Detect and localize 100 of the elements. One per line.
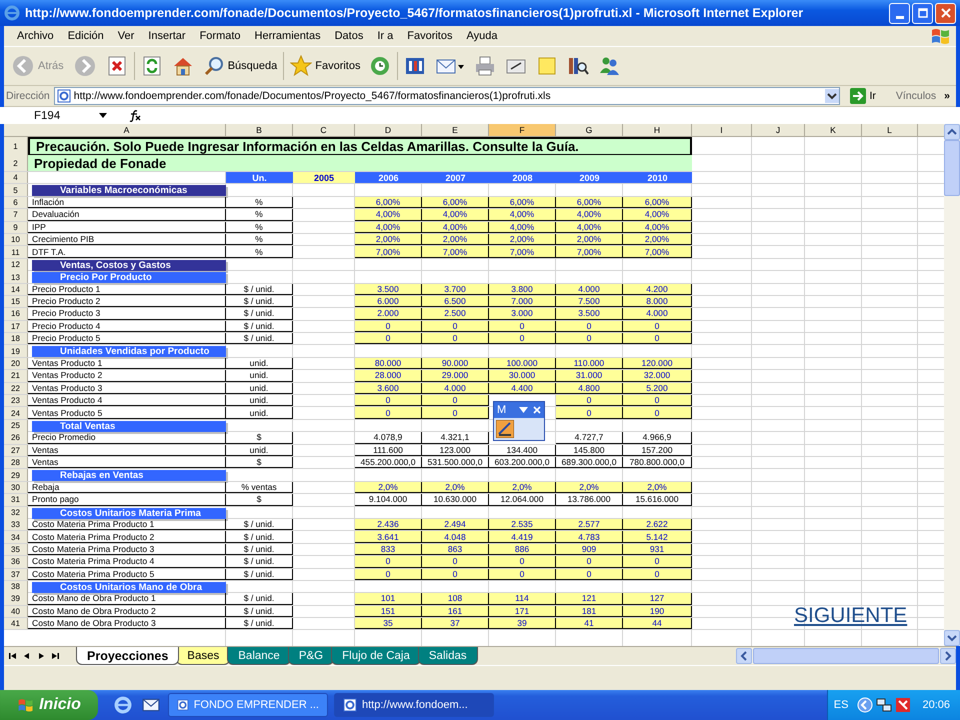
floating-toolbar[interactable]: M xyxy=(493,401,545,441)
search-button[interactable]: Búsqueda xyxy=(200,53,280,79)
row-number[interactable]: 28 xyxy=(4,456,28,468)
row-number[interactable]: 39 xyxy=(4,593,28,605)
row-number[interactable]: 26 xyxy=(4,432,28,444)
last-sheet-icon[interactable] xyxy=(50,651,60,661)
go-button[interactable]: Ir xyxy=(844,88,882,104)
menu-item[interactable]: Insertar xyxy=(141,30,193,42)
close-button[interactable] xyxy=(935,2,956,24)
row-number[interactable]: 7 xyxy=(4,209,28,221)
menu-item[interactable]: Ver xyxy=(110,30,142,42)
column-header[interactable]: F xyxy=(489,124,556,136)
more-chevron[interactable]: » xyxy=(940,90,954,102)
close-icon[interactable] xyxy=(533,406,541,414)
start-button[interactable]: Inicio xyxy=(0,690,98,720)
first-sheet-icon[interactable] xyxy=(8,651,18,661)
row-number[interactable]: 31 xyxy=(4,494,28,506)
menu-item[interactable]: Favoritos xyxy=(400,30,460,42)
browser-icon[interactable] xyxy=(114,696,132,714)
row-number[interactable]: 21 xyxy=(4,370,28,382)
menu-item[interactable]: Archivo xyxy=(10,30,61,42)
next-sheet-icon[interactable] xyxy=(36,651,46,661)
row-number[interactable]: 41 xyxy=(4,618,28,630)
sheet-tab[interactable]: Proyecciones xyxy=(76,647,180,665)
next-link[interactable]: SIGUIENTE xyxy=(794,604,908,628)
chevron-icon[interactable] xyxy=(857,697,874,713)
links-label[interactable]: Vínculos xyxy=(886,90,936,102)
column-header[interactable]: L xyxy=(862,124,918,136)
row-number[interactable]: 1 xyxy=(4,137,28,156)
vertical-scrollbar[interactable] xyxy=(944,124,960,646)
row-number[interactable]: 19 xyxy=(4,345,28,358)
dropdown-icon[interactable] xyxy=(519,407,528,413)
address-field[interactable]: http://www.fondoemprender.com/fonade/Documentos/Proyecto_5467/formatosfinancieros(1)profruti.xls xyxy=(54,87,840,105)
column-header[interactable]: J xyxy=(752,124,805,136)
row-number[interactable]: 9 xyxy=(4,222,28,233)
row-number[interactable]: 37 xyxy=(4,568,28,580)
maximize-button[interactable] xyxy=(912,2,933,24)
column-header[interactable]: I xyxy=(692,124,752,136)
row-number[interactable]: 10 xyxy=(4,234,28,246)
sheet-tab[interactable]: Flujo de Caja xyxy=(331,647,421,665)
menu-item[interactable]: Ir a xyxy=(370,30,400,42)
row-number[interactable]: 35 xyxy=(4,544,28,556)
row-number[interactable]: 30 xyxy=(4,482,28,494)
sheet-tab[interactable]: P&G xyxy=(288,647,334,665)
menu-item[interactable]: Ayuda xyxy=(459,30,504,42)
value-cell: 4.783 xyxy=(556,531,623,543)
row-number[interactable]: 6 xyxy=(4,196,28,208)
row-number[interactable]: 23 xyxy=(4,395,28,406)
row-number[interactable]: 36 xyxy=(4,556,28,568)
column-header[interactable]: H xyxy=(623,124,692,136)
row-number[interactable]: 24 xyxy=(4,407,28,419)
chart-tool-icon[interactable] xyxy=(496,420,514,438)
dropdown-icon[interactable] xyxy=(825,89,840,103)
previous-sheet-icon[interactable] xyxy=(22,651,32,661)
value-cell: 6.000 xyxy=(355,296,422,308)
row-number[interactable]: 5 xyxy=(4,184,28,196)
taskbar-button[interactable]: http://www.fondoem... xyxy=(334,693,494,717)
row-number[interactable]: 13 xyxy=(4,271,28,284)
favorites-button[interactable]: Favoritos xyxy=(287,53,364,79)
row-number[interactable]: 16 xyxy=(4,308,28,320)
row-number[interactable]: 2 xyxy=(4,155,28,171)
row-number[interactable]: 18 xyxy=(4,333,28,344)
scrollbar-thumb[interactable] xyxy=(944,140,960,196)
row-number[interactable]: 20 xyxy=(4,358,28,370)
row-label: Costo Materia Prima Producto 1 xyxy=(28,518,226,530)
row-number[interactable]: 32 xyxy=(4,506,28,519)
row-number[interactable]: 38 xyxy=(4,580,28,593)
column-header[interactable]: C xyxy=(293,124,355,136)
taskbar-button[interactable]: FONDO EMPRENDER ... xyxy=(168,693,328,717)
row-number[interactable]: 14 xyxy=(4,284,28,295)
value-cell: 7,00% xyxy=(422,246,489,258)
row-number[interactable]: 11 xyxy=(4,246,28,258)
sheet-tab[interactable]: Salidas xyxy=(418,647,478,665)
row-number[interactable]: 34 xyxy=(4,531,28,543)
row-number[interactable]: 27 xyxy=(4,444,28,456)
column-header[interactable]: B xyxy=(226,124,293,136)
row-number[interactable]: 29 xyxy=(4,469,28,482)
column-header[interactable]: D xyxy=(355,124,422,136)
minimize-button[interactable] xyxy=(889,2,910,24)
function-icon[interactable] xyxy=(128,110,142,122)
menu-item[interactable]: Edición xyxy=(60,30,111,42)
menu-item[interactable]: Datos xyxy=(328,30,370,42)
column-header[interactable]: K xyxy=(805,124,862,136)
row-number[interactable]: 17 xyxy=(4,320,28,332)
column-header[interactable]: G xyxy=(556,124,623,136)
row-number[interactable]: 4 xyxy=(4,172,28,184)
sheet-tab[interactable]: Balance xyxy=(227,647,291,665)
row-number[interactable]: 40 xyxy=(4,606,28,618)
mail-icon[interactable] xyxy=(142,696,160,714)
row-number[interactable]: 12 xyxy=(4,258,28,271)
row-number[interactable]: 22 xyxy=(4,382,28,394)
column-header[interactable]: A xyxy=(28,124,226,136)
row-number[interactable]: 33 xyxy=(4,518,28,530)
sheet-tab[interactable]: Bases xyxy=(176,647,230,665)
row-number[interactable]: 15 xyxy=(4,296,28,308)
menu-item[interactable]: Herramientas xyxy=(248,30,328,42)
horizontal-scrollbar[interactable] xyxy=(736,648,956,664)
network-icon[interactable] xyxy=(876,697,892,713)
row-number[interactable]: 25 xyxy=(4,420,28,432)
menu-item[interactable]: Formato xyxy=(192,30,248,42)
